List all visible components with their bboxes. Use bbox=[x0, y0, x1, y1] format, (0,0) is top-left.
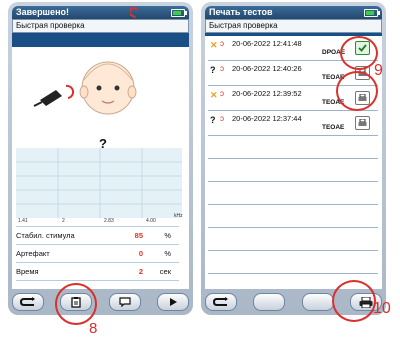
record-type: TEOAE bbox=[322, 124, 345, 131]
probe-illustration bbox=[12, 50, 189, 145]
empty-row bbox=[208, 182, 378, 205]
metric-label: Время bbox=[16, 267, 39, 276]
record-datetime: 20-06-2022 12:41:48 bbox=[232, 39, 302, 48]
ear-icon: ↄ bbox=[220, 114, 224, 123]
baby-face-icon bbox=[79, 61, 137, 115]
metric-label: Стабил. стимула bbox=[16, 231, 75, 240]
status-band bbox=[12, 33, 189, 47]
freq-tick: 1.41 bbox=[18, 218, 28, 224]
callout-9: 9 bbox=[374, 62, 383, 79]
play-button[interactable] bbox=[156, 293, 189, 311]
metric-row: Артефакт 0 % bbox=[16, 244, 179, 262]
metric-row: Время 2 сек bbox=[16, 262, 179, 281]
probe-icon bbox=[33, 84, 75, 107]
title-bar: Печать тестов bbox=[205, 6, 382, 19]
freq-tick: 2.83 bbox=[104, 218, 114, 224]
screen-title: Завершено! bbox=[16, 7, 69, 17]
battery-icon bbox=[171, 9, 187, 17]
fail-icon: ✕ bbox=[210, 90, 218, 100]
callout-10: 10 bbox=[373, 300, 391, 317]
ear-icon: ↄ bbox=[220, 39, 224, 48]
metric-unit: сек bbox=[159, 267, 171, 276]
ear-icon: ↄ bbox=[220, 64, 224, 73]
test-mode: Быстрая проверка bbox=[205, 19, 382, 33]
refer-icon: ? bbox=[210, 115, 216, 125]
fail-icon: ✕ bbox=[210, 40, 218, 50]
metric-value: 85 bbox=[134, 231, 143, 240]
record-datetime: 20-06-2022 12:39:52 bbox=[232, 89, 302, 98]
printer-icon bbox=[358, 119, 367, 126]
comment-button[interactable] bbox=[108, 293, 141, 311]
softkey-blank[interactable] bbox=[301, 293, 334, 311]
metric-unit: % bbox=[164, 249, 171, 258]
highlight-ring-print-button bbox=[55, 283, 97, 325]
back-button[interactable] bbox=[12, 293, 44, 311]
softkey-bar bbox=[12, 293, 189, 311]
test-record-row[interactable]: ? ↄ 20-06-2022 12:37:44 TEOAE bbox=[208, 111, 378, 136]
freq-tick: 2 bbox=[62, 218, 65, 224]
return-icon bbox=[19, 297, 35, 306]
record-print-button[interactable] bbox=[355, 116, 370, 130]
ear-icon bbox=[130, 7, 138, 19]
freq-tick: 4.00 bbox=[146, 218, 156, 224]
record-datetime: 20-06-2022 12:37:44 bbox=[232, 114, 302, 123]
empty-row bbox=[208, 251, 378, 274]
speech-bubble-icon bbox=[119, 297, 131, 307]
ear-icon: ↄ bbox=[220, 89, 224, 98]
empty-row bbox=[208, 159, 378, 182]
back-button[interactable] bbox=[205, 293, 237, 311]
empty-row bbox=[208, 205, 378, 228]
empty-row bbox=[208, 136, 378, 159]
highlight-ring-print-all bbox=[332, 280, 376, 322]
metric-row: Стабил. стимула 85 % bbox=[16, 226, 179, 244]
metric-unit: % bbox=[164, 231, 171, 240]
metric-label: Артефакт bbox=[16, 249, 50, 258]
return-icon bbox=[212, 297, 228, 306]
softkey-blank[interactable] bbox=[253, 293, 286, 311]
test-mode: Быстрая проверка bbox=[12, 19, 189, 33]
metric-value: 2 bbox=[138, 267, 143, 276]
device-left: Завершено! Быстрая проверка ? 1.41 2 2.8… bbox=[8, 2, 193, 315]
empty-row bbox=[208, 228, 378, 251]
freq-unit: kHz bbox=[174, 213, 183, 219]
response-graph bbox=[16, 148, 182, 218]
highlight-ring-record-print bbox=[336, 71, 378, 111]
play-icon bbox=[169, 298, 177, 306]
title-bar: Завершено! bbox=[12, 6, 189, 19]
screen-title: Печать тестов bbox=[209, 7, 273, 17]
screen-results: Завершено! Быстрая проверка ? 1.41 2 2.8… bbox=[12, 6, 189, 289]
refer-icon: ? bbox=[210, 65, 216, 75]
highlight-ring-record-print bbox=[340, 36, 378, 70]
battery-icon bbox=[364, 9, 380, 17]
callout-8: 8 bbox=[89, 320, 98, 337]
metric-value: 0 bbox=[138, 249, 143, 258]
record-datetime: 20-06-2022 12:40:26 bbox=[232, 64, 302, 73]
